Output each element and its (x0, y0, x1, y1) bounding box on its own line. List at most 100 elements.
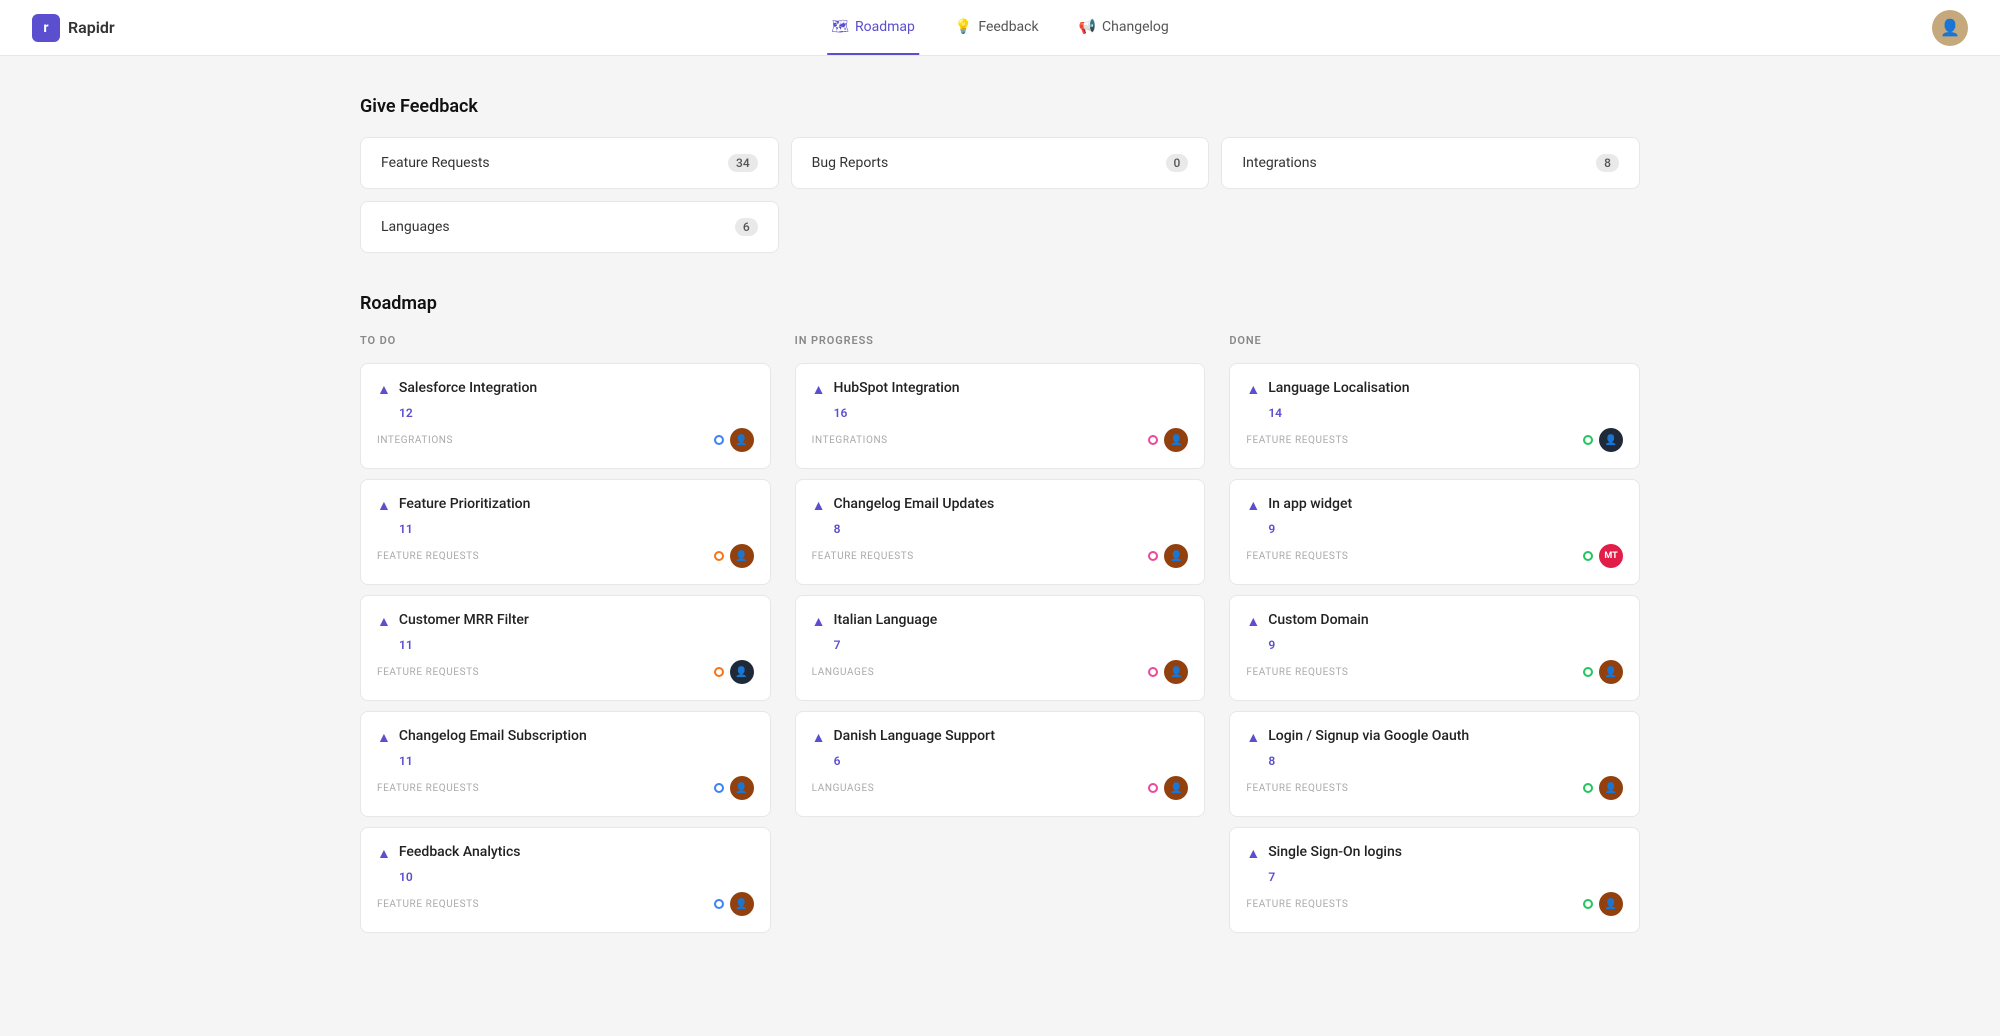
column-header-done: DONE (1229, 334, 1640, 347)
card-login-signup-google-oauth[interactable]: ▲ Login / Signup via Google Oauth 8 FEAT… (1229, 711, 1640, 817)
card-avatar: 👤 (1599, 428, 1623, 452)
column-inprogress: IN PROGRESS ▲ HubSpot Integration 16 INT… (795, 334, 1206, 933)
card-meta: 👤 (714, 776, 754, 800)
column-header-inprogress: IN PROGRESS (795, 334, 1206, 347)
card-feature-prioritization[interactable]: ▲ Feature Prioritization 11 FEATURE REQU… (360, 479, 771, 585)
status-dot (714, 667, 724, 677)
card-title: Login / Signup via Google Oauth (1268, 728, 1469, 744)
card-avatar: 👤 (1164, 544, 1188, 568)
card-avatar: 👤 (1599, 660, 1623, 684)
card-italian-language[interactable]: ▲ Italian Language 7 LANGUAGES 👤 (795, 595, 1206, 701)
avatar[interactable]: 👤 (1932, 10, 1968, 46)
status-dot (714, 899, 724, 909)
card-danish-language-support[interactable]: ▲ Danish Language Support 6 LANGUAGES 👤 (795, 711, 1206, 817)
card-title: Custom Domain (1268, 612, 1368, 628)
feedback-card-badge: 8 (1596, 154, 1619, 172)
card-salesforce-integration[interactable]: ▲ Salesforce Integration 12 INTEGRATIONS… (360, 363, 771, 469)
card-feedback-analytics[interactable]: ▲ Feedback Analytics 10 FEATURE REQUESTS… (360, 827, 771, 933)
card-in-app-widget[interactable]: ▲ In app widget 9 FEATURE REQUESTS MT (1229, 479, 1640, 585)
nav-item-feedback[interactable]: 💡 Feedback (951, 0, 1043, 55)
card-category: FEATURE REQUESTS (1246, 667, 1348, 678)
card-category: FEATURE REQUESTS (377, 899, 479, 910)
card-meta: 👤 (1583, 660, 1623, 684)
card-category: LANGUAGES (812, 667, 875, 678)
card-title: Italian Language (834, 612, 938, 628)
status-dot (1583, 783, 1593, 793)
card-category: FEATURE REQUESTS (1246, 551, 1348, 562)
feedback-card-badge: 34 (728, 154, 758, 172)
roadmap-columns: TO DO ▲ Salesforce Integration 12 INTEGR… (360, 334, 1640, 933)
card-avatar: MT (1599, 544, 1623, 568)
status-dot (1583, 551, 1593, 561)
card-category: LANGUAGES (812, 783, 875, 794)
card-title: Customer MRR Filter (399, 612, 529, 628)
card-single-sign-on[interactable]: ▲ Single Sign-On logins 7 FEATURE REQUES… (1229, 827, 1640, 933)
upvote-icon: ▲ (1246, 613, 1260, 630)
status-dot (1148, 667, 1158, 677)
card-avatar: 👤 (730, 660, 754, 684)
upvote-icon: ▲ (377, 729, 391, 746)
vote-count: 14 (1268, 406, 1623, 420)
status-dot (1148, 551, 1158, 561)
brand-name: Rapidr (68, 18, 115, 37)
card-avatar: 👤 (730, 428, 754, 452)
upvote-icon: ▲ (812, 497, 826, 514)
card-category: INTEGRATIONS (812, 435, 888, 446)
card-changelog-email-subscription[interactable]: ▲ Changelog Email Subscription 11 FEATUR… (360, 711, 771, 817)
card-title: Feedback Analytics (399, 844, 521, 860)
nav-item-roadmap[interactable]: 🗺 Roadmap (827, 0, 919, 55)
upvote-icon: ▲ (1246, 497, 1260, 514)
card-title: Feature Prioritization (399, 496, 531, 512)
logo-area[interactable]: r Rapidr (32, 14, 115, 42)
card-hubspot-integration[interactable]: ▲ HubSpot Integration 16 INTEGRATIONS 👤 (795, 363, 1206, 469)
status-dot (1148, 783, 1158, 793)
feedback-card-languages[interactable]: Languages 6 (360, 201, 779, 253)
feedback-card-label: Languages (381, 219, 450, 235)
card-customer-mrr-filter[interactable]: ▲ Customer MRR Filter 11 FEATURE REQUEST… (360, 595, 771, 701)
vote-count: 16 (834, 406, 1189, 420)
card-title: Changelog Email Updates (834, 496, 995, 512)
card-category: INTEGRATIONS (377, 435, 453, 446)
card-meta: 👤 (714, 660, 754, 684)
status-dot (714, 435, 724, 445)
card-title: Salesforce Integration (399, 380, 537, 396)
card-avatar: 👤 (1164, 660, 1188, 684)
card-avatar: 👤 (1164, 776, 1188, 800)
upvote-icon: ▲ (377, 845, 391, 862)
card-category: FEATURE REQUESTS (377, 551, 479, 562)
status-dot (714, 783, 724, 793)
feedback-card-feature-requests[interactable]: Feature Requests 34 (360, 137, 779, 189)
card-changelog-email-updates[interactable]: ▲ Changelog Email Updates 8 FEATURE REQU… (795, 479, 1206, 585)
vote-count: 9 (1268, 638, 1623, 652)
card-category: FEATURE REQUESTS (812, 551, 914, 562)
card-title: HubSpot Integration (834, 380, 960, 396)
card-avatar: 👤 (730, 776, 754, 800)
cards-list-done: ▲ Language Localisation 14 FEATURE REQUE… (1229, 363, 1640, 933)
card-meta: 👤 (1583, 892, 1623, 916)
vote-count: 7 (834, 638, 1189, 652)
feedback-card-integrations[interactable]: Integrations 8 (1221, 137, 1640, 189)
card-avatar: 👤 (1599, 776, 1623, 800)
nav-item-changelog[interactable]: 📢 Changelog (1075, 0, 1173, 55)
feedback-card-label: Integrations (1242, 155, 1316, 171)
card-category: FEATURE REQUESTS (377, 783, 479, 794)
feedback-card-bug-reports[interactable]: Bug Reports 0 (791, 137, 1210, 189)
vote-count: 12 (399, 406, 754, 420)
card-category: FEATURE REQUESTS (1246, 783, 1348, 794)
vote-count: 7 (1268, 870, 1623, 884)
vote-count: 11 (399, 522, 754, 536)
column-done: DONE ▲ Language Localisation 14 FEATURE … (1229, 334, 1640, 933)
vote-count: 8 (834, 522, 1189, 536)
feedback-categories-row2: Languages 6 (360, 201, 1640, 253)
card-meta: 👤 (1148, 544, 1188, 568)
card-language-localisation[interactable]: ▲ Language Localisation 14 FEATURE REQUE… (1229, 363, 1640, 469)
upvote-icon: ▲ (377, 381, 391, 398)
main-content: Give Feedback Feature Requests 34 Bug Re… (300, 56, 1700, 973)
upvote-icon: ▲ (377, 497, 391, 514)
give-feedback-title: Give Feedback (360, 96, 1640, 117)
status-dot (1583, 667, 1593, 677)
upvote-icon: ▲ (1246, 845, 1260, 862)
status-dot (1583, 435, 1593, 445)
card-custom-domain[interactable]: ▲ Custom Domain 9 FEATURE REQUESTS 👤 (1229, 595, 1640, 701)
card-category: FEATURE REQUESTS (377, 667, 479, 678)
